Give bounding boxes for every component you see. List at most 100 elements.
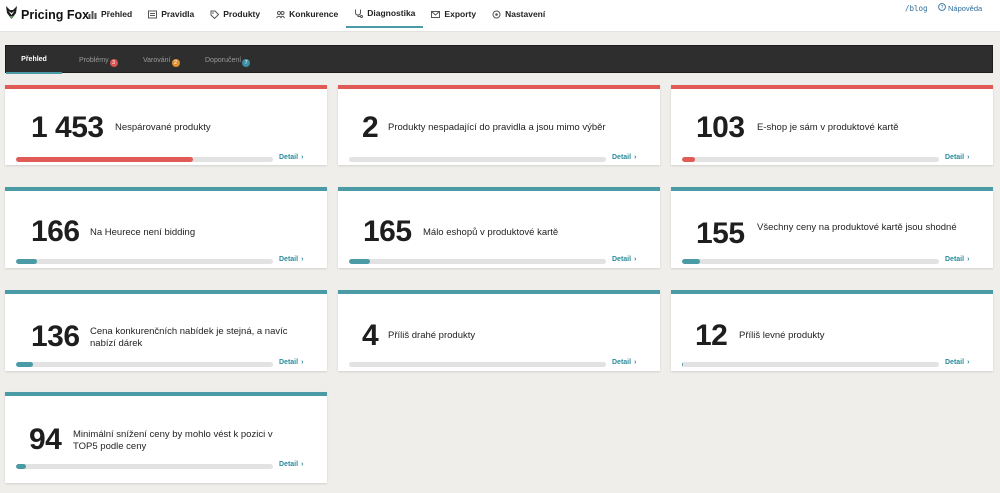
detail-link[interactable]: Detail ›: [279, 461, 303, 468]
nav-item-prehled[interactable]: Přehled: [80, 0, 140, 28]
progress-bar: [16, 362, 273, 367]
progress-fill: [349, 259, 370, 264]
diagnostic-card: 94 Minimální snížení ceny by mohlo vést …: [5, 392, 327, 483]
card-label: Produkty nespadající do pravidla a jsou …: [388, 122, 606, 133]
count-badge: 7: [242, 59, 251, 67]
progress-bar: [16, 259, 273, 264]
nav-item-label: Konkurence: [289, 9, 339, 19]
detail-link[interactable]: Detail ›: [612, 154, 636, 161]
diagnostic-card: 155 Všechny ceny na produktové kartě jso…: [671, 187, 993, 268]
logo[interactable]: Pricing Fox: [5, 5, 89, 25]
nav-item-produkty[interactable]: Produkty: [202, 0, 268, 28]
progress-bar: [349, 157, 606, 162]
chevron-right-icon: ›: [967, 154, 970, 161]
card-label: Málo eshopů v produktové kartě: [423, 227, 559, 238]
detail-link[interactable]: Detail ›: [279, 256, 303, 263]
detail-label: Detail: [279, 461, 299, 468]
detail-label: Detail: [945, 256, 965, 263]
stethoscope-icon: [354, 9, 364, 18]
help-icon: ?: [938, 3, 946, 13]
card-count: 165: [363, 215, 412, 248]
nav-item-pravidla[interactable]: Pravidla: [140, 0, 202, 28]
progress-fill: [16, 259, 37, 264]
bar-chart-icon: [88, 10, 97, 19]
detail-label: Detail: [279, 154, 299, 161]
detail-link[interactable]: Detail ›: [945, 154, 969, 161]
nav-item-diagnostika[interactable]: Diagnostika: [346, 0, 424, 28]
diagnostic-card: 136 Cena konkurenčních nabídek je stejná…: [5, 290, 327, 371]
count-badge: 2: [171, 59, 180, 67]
blog-link[interactable]: /blog: [905, 4, 928, 13]
nav-item-label: Diagnostika: [367, 8, 416, 18]
card-label: Minimální snížení ceny by mohlo vést k p…: [73, 429, 273, 452]
tab-label: Přehled: [21, 55, 47, 63]
chevron-right-icon: ›: [967, 359, 970, 366]
tab-problemy[interactable]: Problémy 3: [79, 46, 118, 74]
chevron-right-icon: ›: [301, 461, 304, 468]
card-count: 136: [31, 320, 80, 353]
nav-item-label: Nastavení: [505, 9, 546, 19]
tab-label: Varování: [143, 56, 171, 64]
progress-fill: [16, 157, 194, 162]
tab-doporuceni[interactable]: Doporučení 7: [205, 46, 251, 74]
help-label: Nápověda: [948, 3, 983, 13]
card-label: Příliš drahé produkty: [388, 330, 476, 341]
card-count: 103: [696, 111, 745, 144]
diagnostic-card: 4 Příliš drahé produkty Detail ›: [338, 290, 660, 371]
brand-name: Pricing Fox: [21, 8, 90, 22]
help-link[interactable]: ? Nápověda: [938, 3, 982, 13]
detail-link[interactable]: Detail ›: [945, 256, 969, 263]
detail-link[interactable]: Detail ›: [279, 359, 303, 366]
detail-link[interactable]: Detail ›: [612, 359, 636, 366]
progress-fill: [682, 259, 700, 264]
detail-label: Detail: [945, 359, 965, 366]
tab-varovani[interactable]: Varování 2: [143, 46, 180, 74]
nav-item-exporty[interactable]: Exporty: [423, 0, 484, 28]
detail-label: Detail: [612, 359, 632, 366]
tab-prehled[interactable]: Přehled: [6, 46, 62, 74]
card-count: 155: [696, 217, 745, 250]
detail-link[interactable]: Detail ›: [945, 359, 969, 366]
progress-bar: [16, 464, 273, 469]
svg-text:?: ?: [941, 5, 944, 11]
detail-link[interactable]: Detail ›: [279, 154, 303, 161]
nav-item-nastaveni[interactable]: Nastavení: [484, 0, 553, 28]
detail-label: Detail: [945, 154, 965, 161]
diagnostic-card: 166 Na Heurece není bidding Detail ›: [5, 187, 327, 268]
tag-icon: [210, 10, 220, 19]
tab-label: Problémy: [79, 56, 109, 64]
card-count: 12: [695, 319, 728, 352]
gear-icon: [492, 10, 501, 19]
chevron-right-icon: ›: [967, 256, 970, 263]
tab-label: Doporučení: [205, 56, 242, 64]
progress-bar: [349, 362, 606, 367]
chevron-right-icon: ›: [301, 154, 304, 161]
main-menu: Přehled Pravidla Produkty Konkurence Dia…: [80, 0, 553, 32]
card-label: Cena konkurenčních nabídek je stejná, a …: [90, 326, 288, 349]
diagnostic-card: 1 453 Nespárované produkty Detail ›: [5, 85, 327, 165]
detail-label: Detail: [279, 359, 299, 366]
progress-fill: [682, 157, 695, 162]
progress-bar: [682, 259, 939, 264]
chevron-right-icon: ›: [634, 154, 637, 161]
nav-item-label: Produkty: [223, 9, 261, 19]
card-count: 4: [362, 319, 379, 352]
card-count: 94: [29, 423, 62, 456]
progress-bar: [349, 259, 606, 264]
chevron-right-icon: ›: [301, 256, 304, 263]
card-count: 1 453: [31, 111, 104, 144]
diagnostic-card: 165 Málo eshopů v produktové kartě Detai…: [338, 187, 660, 268]
nav-item-label: Exporty: [444, 9, 477, 19]
users-icon: [276, 10, 286, 19]
detail-label: Detail: [612, 256, 632, 263]
nav-item-konkurence[interactable]: Konkurence: [268, 0, 346, 28]
card-label: Všechny ceny na produktové kartě jsou sh…: [757, 222, 957, 233]
progress-fill: [682, 362, 684, 367]
progress-bar: [16, 157, 273, 162]
chevron-right-icon: ›: [634, 359, 637, 366]
detail-link[interactable]: Detail ›: [612, 256, 636, 263]
detail-label: Detail: [279, 256, 299, 263]
diagnostic-card: 12 Příliš levné produkty Detail ›: [671, 290, 993, 371]
list-icon: [148, 10, 158, 19]
card-count: 166: [31, 215, 80, 248]
